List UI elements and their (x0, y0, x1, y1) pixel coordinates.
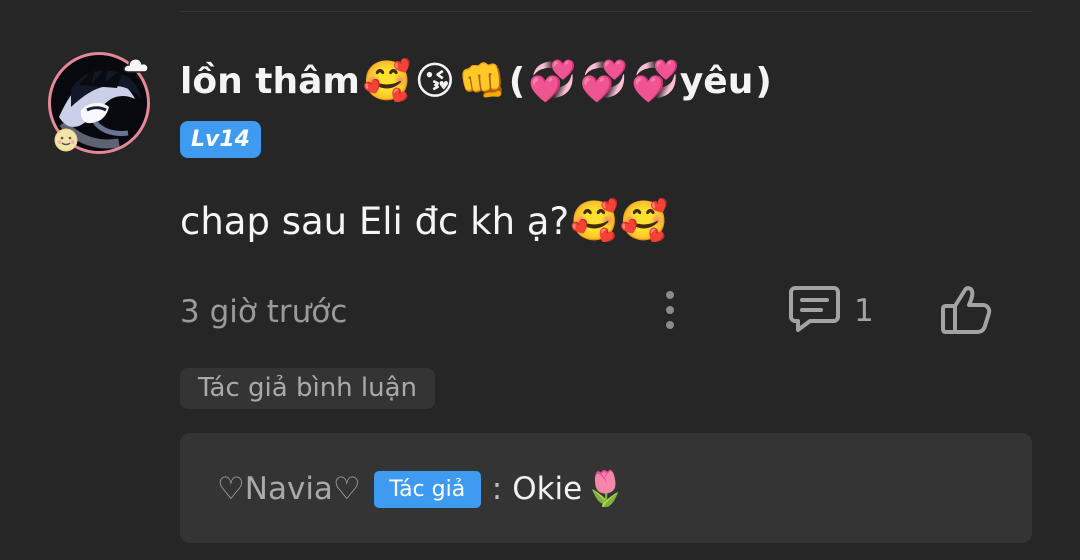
oncoming-fist-emoji: 👊 (458, 58, 507, 104)
smiling-face-with-hearts-emoji: 🥰 (570, 198, 619, 244)
author-reply-line: ♡Navia♡ Tác giả : Okie 🌷 (217, 467, 627, 511)
author-badge: Tác giả (373, 470, 481, 508)
comment-body: chap sau Eli đc kh ạ? 🥰 🥰 (180, 190, 668, 252)
revolving-hearts-emoji: 💞 (528, 58, 577, 104)
comment-screen: lồn thâm 🥰 😘 👊 ( 💞 💞 💞 yêu ) Lv14 chap s… (0, 0, 1080, 560)
top-divider (180, 11, 1032, 12)
username-open-parenthesis: ( (508, 60, 526, 102)
comment-icon[interactable] (788, 283, 842, 333)
comment-body-text: chap sau Eli đc kh ạ? (180, 199, 570, 243)
vertical-dots-icon[interactable] (654, 286, 686, 334)
author-reply-card[interactable]: ♡Navia♡ Tác giả : Okie 🌷 (180, 433, 1032, 543)
reply-button[interactable]: 1 (788, 283, 878, 335)
smiling-face-with-hearts-emoji: 🥰 (619, 198, 669, 244)
username-text[interactable]: lồn thâm (180, 61, 360, 102)
author-comment-tag[interactable]: Tác giả bình luận (180, 368, 435, 409)
username-close-parenthesis: ) (755, 60, 772, 102)
smiling-face-with-hearts-emoji: 🥰 (362, 58, 412, 104)
username-suffix: yêu (679, 60, 754, 102)
cloud-icon (123, 58, 149, 73)
kissing-face-emoji: 😘 (414, 58, 456, 104)
reply-separator: : (491, 471, 503, 507)
revolving-hearts-emoji: 💞 (631, 58, 680, 104)
level-badge: Lv14 (180, 121, 261, 158)
comment-timestamp: 3 giờ trước (180, 294, 348, 330)
reply-text: Okie (512, 471, 583, 507)
reply-count[interactable]: 1 (854, 291, 874, 331)
username[interactable]: lồn thâm 🥰 😘 👊 ( 💞 💞 💞 yêu ) (180, 56, 772, 106)
like-button[interactable] (938, 282, 994, 336)
user-avatar-button[interactable] (48, 52, 156, 160)
revolving-hearts-emoji: 💞 (579, 58, 629, 104)
tulip-emoji: 🌷 (584, 469, 627, 509)
more-options-button[interactable] (654, 286, 686, 334)
smiling-face-icon (54, 128, 78, 152)
reply-author-name[interactable]: ♡Navia♡ (217, 471, 361, 507)
thumbs-up-icon[interactable] (938, 282, 994, 336)
